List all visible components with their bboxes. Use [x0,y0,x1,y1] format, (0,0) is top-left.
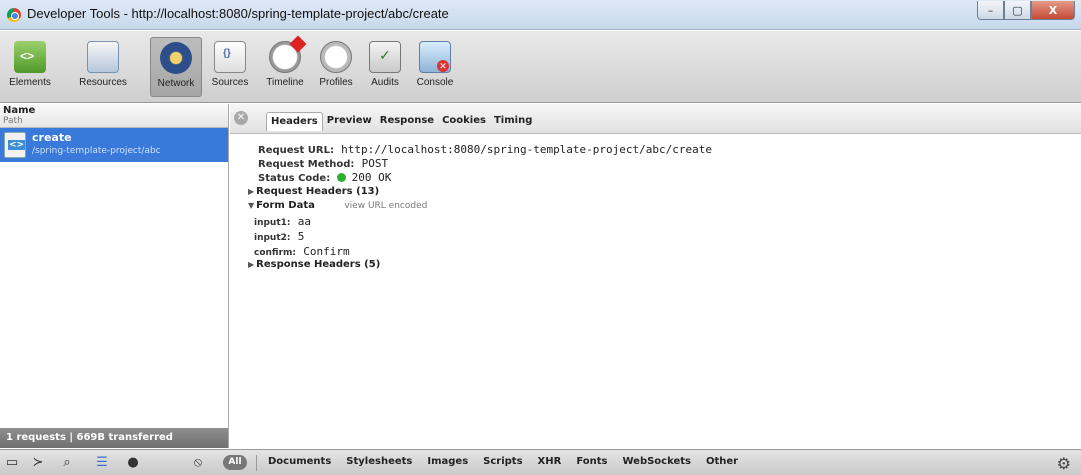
tab-response[interactable]: Response [376,113,438,131]
tab-headers[interactable]: Headers [266,112,323,131]
form-field-key: input2: [254,233,291,243]
form-field-row: input1: aa [254,214,1081,229]
close-button[interactable]: X [1031,1,1075,20]
elements-label: Elements [9,77,51,88]
dock-icon[interactable]: ▭ [4,455,20,471]
collapsed-triangle-icon: ▶ [248,187,255,196]
filter-images[interactable]: Images [427,456,468,467]
form-data-label: Form Data [256,200,315,211]
status-bar: ▭ ≻ ⌕ ☰ ● ⦸ All Documents Stylesheets Im… [0,449,1081,475]
sources-label: Sources [211,77,249,88]
sources-panel-button[interactable]: Sources [204,37,256,97]
console-label: Console [416,77,454,88]
expanded-triangle-icon: ▼ [248,201,255,210]
status-code-label: Status Code: [258,173,331,184]
elements-panel-button[interactable]: Elements [2,37,58,97]
request-headers-section[interactable]: ▶ Request Headers (13) [248,186,1081,198]
resources-icon [87,41,119,73]
filter-other[interactable]: Other [706,456,738,467]
audits-label: Audits [371,77,399,88]
request-headers-label: Request Headers (13) [256,186,380,197]
request-url-line: Request URL: http://localhost:8080/sprin… [258,143,1081,157]
filter-fonts[interactable]: Fonts [576,456,607,467]
console-icon [419,41,451,73]
timeline-panel-button[interactable]: Timeline [259,37,311,97]
request-path: /spring-template-project/abc [32,146,161,156]
request-list-header[interactable]: Name Path [0,104,228,128]
form-field-value: aa [297,215,311,228]
filter-websockets[interactable]: WebSockets [622,456,691,467]
filter-all-button[interactable]: All [223,455,247,470]
search-icon[interactable]: ⌕ [59,455,75,471]
filter-scripts[interactable]: Scripts [483,456,522,467]
audits-icon [369,41,401,73]
network-label: Network [157,78,195,89]
tab-timing[interactable]: Timing [490,113,536,131]
timeline-label: Timeline [266,77,304,88]
transfer-summary: 1 requests | 669B transferred [0,428,228,448]
request-method-value: POST [361,157,389,170]
form-field-row: confirm: Confirm [254,244,1081,259]
request-details: ✕ Headers Preview Response Cookies Timin… [230,104,1081,448]
console-drawer-icon[interactable]: ≻ [30,455,46,471]
response-headers-section[interactable]: ▶ Response Headers (5) [248,259,1081,271]
chrome-icon [7,8,21,22]
tab-cookies[interactable]: Cookies [438,113,490,131]
audits-panel-button[interactable]: Audits [363,37,407,97]
close-details-icon[interactable]: ✕ [234,111,248,125]
path-column-header: Path [3,116,23,126]
resources-panel-button[interactable]: Resources [60,37,146,97]
filter-stylesheets[interactable]: Stylesheets [346,456,412,467]
request-row[interactable]: create /spring-template-project/abc [0,128,228,162]
minimize-button[interactable]: – [977,1,1004,20]
name-column-header: Name [3,105,36,116]
list-view-icon[interactable]: ☰ [94,455,110,471]
form-field-row: input2: 5 [254,229,1081,244]
profiles-icon [320,41,352,73]
filter-xhr[interactable]: XHR [538,456,562,467]
form-field-key: input1: [254,218,291,228]
window-titlebar: Developer Tools - http://localhost:8080/… [0,0,1081,30]
form-field-value: 5 [297,230,305,243]
divider [256,455,257,471]
request-list: Name Path create /spring-template-projec… [0,104,229,448]
resource-type-filters: Documents Stylesheets Images Scripts XHR… [268,456,738,467]
request-method-label: Request Method: [258,159,355,170]
html-file-icon [4,132,26,158]
timeline-icon [269,41,301,73]
details-tabs: Headers Preview Response Cookies Timing [266,112,536,131]
tab-preview[interactable]: Preview [323,113,376,131]
elements-icon [14,41,46,73]
console-panel-button[interactable]: Console [410,37,460,97]
profiles-panel-button[interactable]: Profiles [312,37,360,97]
details-tabbar: ✕ Headers Preview Response Cookies Timin… [230,104,1081,134]
request-url-label: Request URL: [258,145,334,156]
devtools-toolbar: Elements Resources Network Sources Timel… [0,31,1081,103]
maximize-button[interactable]: ▢ [1004,1,1031,20]
form-data-section[interactable]: ▼ Form Data view URL encoded [248,200,1081,212]
network-icon [160,42,192,74]
sources-icon [214,41,246,73]
settings-gear-icon[interactable]: ⚙ [1057,454,1071,473]
record-icon[interactable]: ● [125,455,141,471]
response-headers-label: Response Headers (5) [256,259,381,270]
collapsed-triangle-icon: ▶ [248,260,255,269]
filter-documents[interactable]: Documents [268,456,331,467]
headers-view: Request URL: http://localhost:8080/sprin… [230,134,1081,271]
request-url-value: http://localhost:8080/spring-template-pr… [341,143,713,156]
form-field-key: confirm: [254,248,297,258]
status-code-line: Status Code: 200 OK [258,171,1081,185]
window-controls: – ▢ X [977,1,1075,21]
view-url-encoded-toggle[interactable]: view URL encoded [344,201,427,211]
resources-label: Resources [79,77,127,88]
form-field-value: Confirm [303,245,350,258]
request-method-line: Request Method: POST [258,157,1081,171]
window-title: Developer Tools - http://localhost:8080/… [27,6,449,21]
profiles-label: Profiles [319,77,353,88]
request-name: create [32,131,72,144]
status-code-value: 200 OK [351,171,392,184]
status-ok-icon [337,173,347,182]
network-panel-button[interactable]: Network [150,37,202,97]
clear-icon[interactable]: ⦸ [190,455,206,471]
